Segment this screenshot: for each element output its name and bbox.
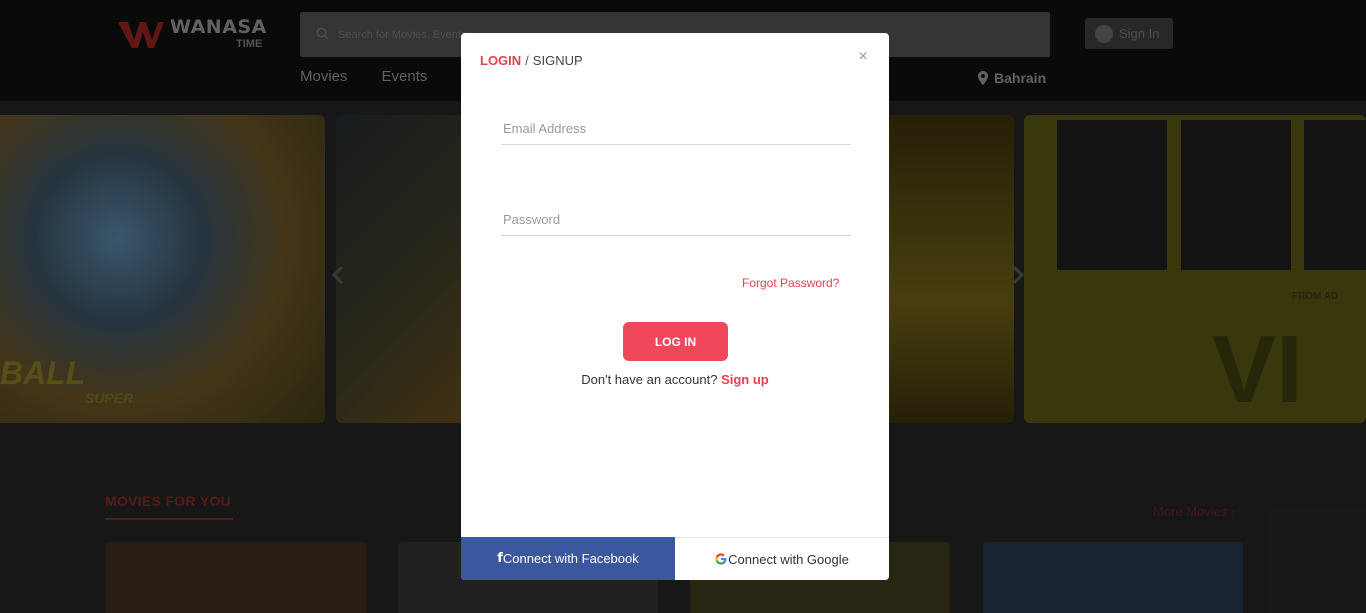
login-button[interactable]: LOG IN: [623, 322, 728, 361]
facebook-button-label: Connect with Facebook: [502, 551, 639, 566]
tab-separator: /: [525, 53, 529, 68]
password-field[interactable]: [501, 204, 851, 236]
google-button-label: Connect with Google: [728, 551, 849, 567]
no-account-text: Don't have an account?: [581, 372, 718, 387]
google-login-button[interactable]: Connect with Google: [675, 537, 889, 580]
social-login: f Connect with Facebook Connect with Goo…: [461, 537, 889, 580]
tab-signup[interactable]: SIGNUP: [533, 53, 583, 68]
forgot-password-link[interactable]: Forgot Password?: [742, 276, 839, 290]
modal-tabs: LOGIN / SIGNUP: [480, 53, 583, 68]
google-icon: [715, 553, 727, 565]
signup-link[interactable]: Sign up: [721, 372, 769, 387]
email-field[interactable]: [501, 113, 851, 145]
login-modal: LOGIN / SIGNUP × Forgot Password? LOG IN…: [461, 33, 889, 580]
tab-login[interactable]: LOGIN: [480, 53, 521, 68]
signup-prompt: Don't have an account? Sign up: [461, 372, 889, 387]
close-icon[interactable]: ×: [856, 49, 870, 65]
facebook-login-button[interactable]: f Connect with Facebook: [461, 537, 675, 580]
